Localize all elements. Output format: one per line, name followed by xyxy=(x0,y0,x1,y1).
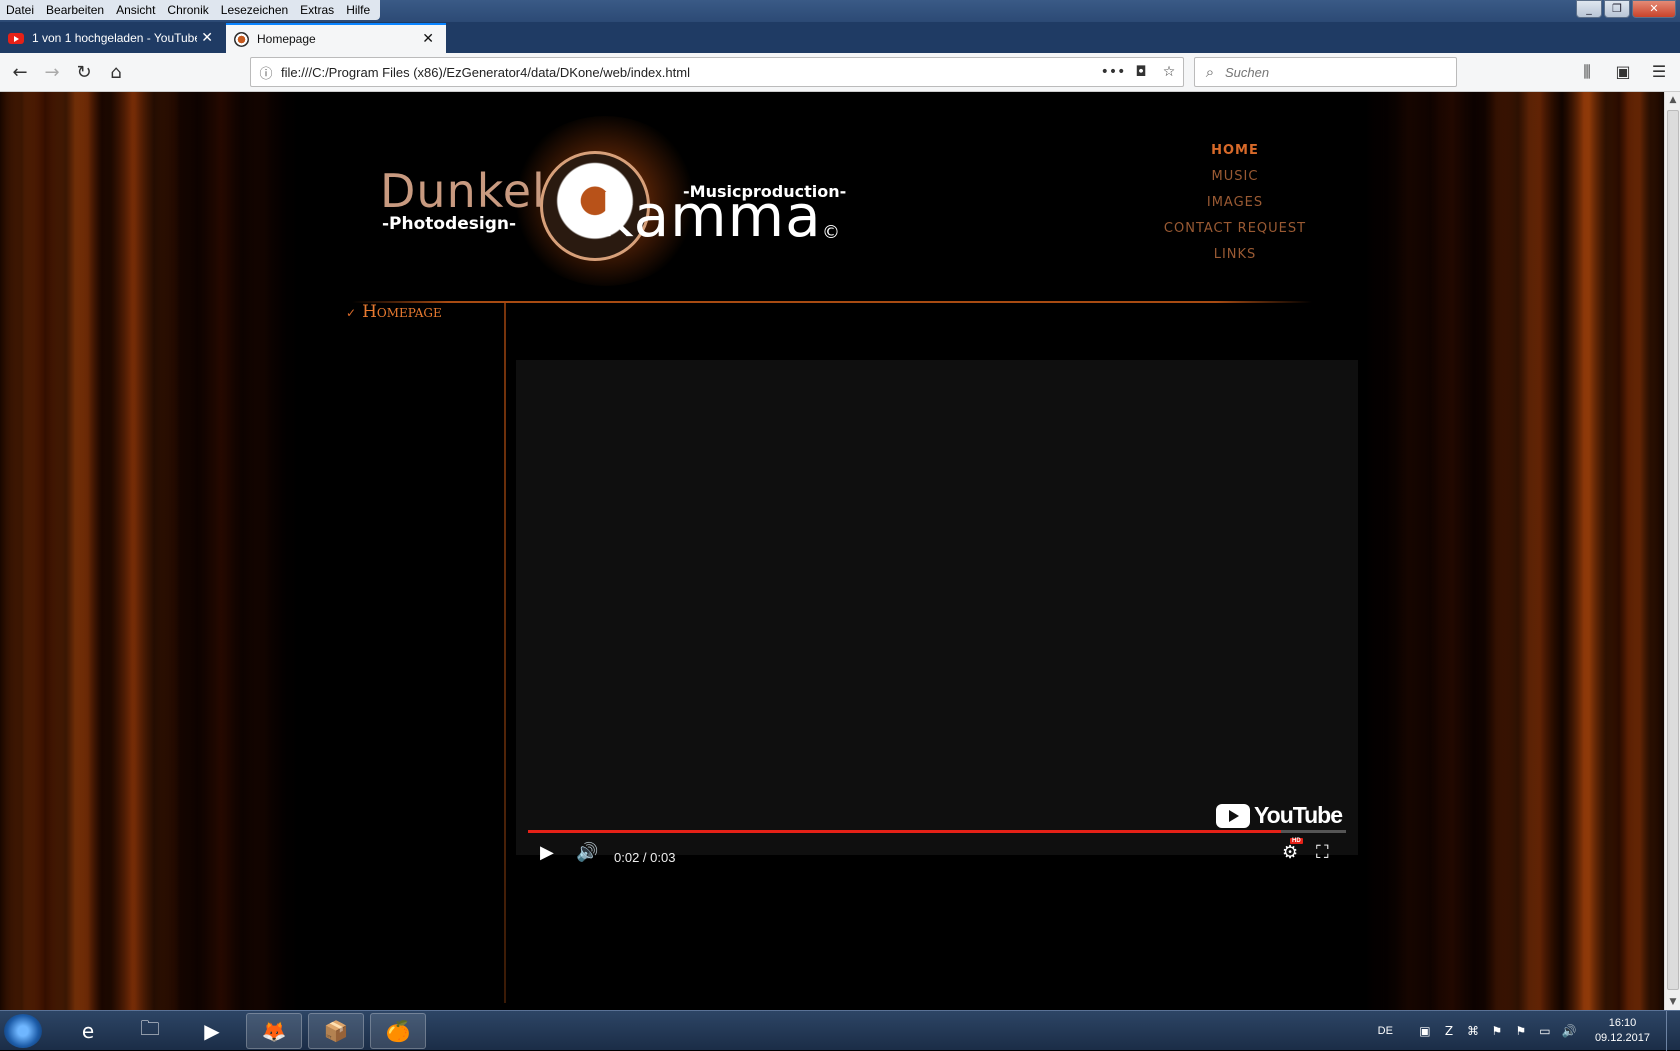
speaker-icon[interactable]: 🔊 xyxy=(1561,1023,1577,1039)
fl-studio-icon[interactable]: 🍊 xyxy=(370,1013,426,1049)
sidebar-item-homepage[interactable]: ✓ Homepage xyxy=(346,302,442,322)
tray-z-icon[interactable]: Z xyxy=(1441,1023,1457,1039)
menu-datei[interactable]: Datei xyxy=(0,0,40,20)
action-center-flag-icon[interactable]: ⚑ xyxy=(1489,1023,1505,1039)
sidebar-item-label: Homepage xyxy=(362,302,442,322)
tray-network-app-icon[interactable]: ⌘ xyxy=(1465,1023,1481,1039)
home-button[interactable]: ⌂ xyxy=(102,59,130,87)
video-time: 0:02 / 0:03 xyxy=(614,850,676,865)
menu-lesezeichen[interactable]: Lesezeichen xyxy=(215,0,294,20)
tab-bar: 1 von 1 hochgeladen - YouTube ✕ Homepage… xyxy=(0,22,1680,71)
window-titlebar: Datei Bearbeiten Ansicht Chronik Lesezei… xyxy=(0,0,1680,22)
settings-gear-glyph: ⚙ xyxy=(1282,842,1299,863)
scroll-up-icon[interactable]: ▲ xyxy=(1665,92,1680,108)
site-logo[interactable]: Dunkel -Photodesign- kamma -Musicproduct… xyxy=(380,116,850,286)
tray-sync-icon[interactable]: ⚑ xyxy=(1513,1023,1529,1039)
page-viewport: Dunkel -Photodesign- kamma -Musicproduct… xyxy=(0,92,1664,1010)
search-icon: ⌕ xyxy=(1205,63,1215,81)
tab-label: Homepage xyxy=(257,32,316,46)
youtube-logo-text: YouTube xyxy=(1254,802,1343,828)
close-tab-icon[interactable]: ✕ xyxy=(418,31,438,47)
clock-date: 09.12.2017 xyxy=(1594,1032,1650,1044)
media-player-icon[interactable]: ▶ xyxy=(184,1013,240,1049)
back-button[interactable]: ← xyxy=(6,59,34,87)
hd-badge: HD xyxy=(1290,838,1303,844)
page-actions-icon[interactable]: ••• xyxy=(1099,64,1127,80)
menu-bearbeiten[interactable]: Bearbeiten xyxy=(40,0,110,20)
logo-photodesign: -Photodesign- xyxy=(382,214,517,234)
url-text[interactable]: file:///C:/Program Files (x86)/EzGenerat… xyxy=(281,65,1099,80)
windows-taskbar: e 🗀 ▶ 🦊 📦 🍊 DE ▣ Z ⌘ ⚑ ⚑ ▭ 🔊 16:10 09.12… xyxy=(0,1010,1680,1051)
logo-dunkel: Dunkel xyxy=(380,164,546,218)
restore-button[interactable]: ❐ xyxy=(1604,0,1630,18)
nav-contact-request[interactable]: CONTACT REQUEST xyxy=(1140,216,1330,242)
nav-images[interactable]: IMAGES xyxy=(1140,190,1330,216)
close-tab-icon[interactable]: ✕ xyxy=(197,30,217,46)
tab-youtube[interactable]: 1 von 1 hochgeladen - YouTube ✕ xyxy=(0,23,225,53)
curtain-right-background xyxy=(1364,92,1664,1010)
sidebar-icon[interactable]: ▣ xyxy=(1610,59,1636,85)
show-desktop-button[interactable] xyxy=(1666,1011,1680,1051)
main-navigation: HOME MUSIC IMAGES CONTACT REQUEST LINKS xyxy=(1140,138,1330,268)
system-tray: DE ▣ Z ⌘ ⚑ ⚑ ▭ 🔊 16:10 09.12.2017 xyxy=(1378,1011,1680,1051)
network-icon[interactable]: ▭ xyxy=(1537,1023,1553,1039)
logo-musicproduction: -Musicproduction- xyxy=(683,182,847,201)
site-favicon-icon xyxy=(234,31,249,47)
library-icon[interactable]: ⫼ xyxy=(1574,59,1600,85)
tab-homepage[interactable]: Homepage ✕ xyxy=(226,23,446,53)
site-info-icon[interactable]: ⓘ xyxy=(251,63,281,82)
file-explorer-icon[interactable]: 🗀 xyxy=(122,1013,178,1049)
youtube-logo[interactable]: YouTube xyxy=(1216,802,1343,829)
url-bar[interactable]: ⓘ file:///C:/Program Files (x86)/EzGener… xyxy=(250,57,1184,87)
tab-label: 1 von 1 hochgeladen - YouTube xyxy=(32,31,198,45)
pocket-icon[interactable]: ◘ xyxy=(1127,64,1155,80)
youtube-video-player[interactable]: YouTube ▶ 🔊 0:02 / 0:03 ⚙ HD ⛶ xyxy=(516,360,1358,865)
scroll-down-icon[interactable]: ▼ xyxy=(1665,994,1680,1010)
scroll-thumb[interactable] xyxy=(1667,110,1679,990)
page-scrollbar[interactable]: ▲ ▼ xyxy=(1664,92,1680,1010)
menu-chronik[interactable]: Chronik xyxy=(161,0,214,20)
sidebar-divider xyxy=(504,303,506,1003)
nav-links[interactable]: LINKS xyxy=(1140,242,1330,268)
minimize-button[interactable]: _ xyxy=(1576,0,1602,18)
bookmark-star-icon[interactable]: ☆ xyxy=(1155,64,1183,80)
navigation-toolbar: ← → ↻ ⌂ ⓘ file:///C:/Program Files (x86)… xyxy=(0,53,1680,92)
package-app-icon[interactable]: 📦 xyxy=(308,1013,364,1049)
window-buttons: _ ❐ ✕ xyxy=(1576,0,1676,18)
tray-app-icon[interactable]: ▣ xyxy=(1417,1023,1433,1039)
menu-bar: Datei Bearbeiten Ansicht Chronik Lesezei… xyxy=(0,0,381,20)
play-icon[interactable]: ▶ xyxy=(540,842,554,863)
clock[interactable]: 16:10 09.12.2017 xyxy=(1595,1016,1650,1046)
menu-extras[interactable]: Extras xyxy=(294,0,340,20)
start-button[interactable] xyxy=(4,1014,42,1048)
youtube-favicon-icon xyxy=(8,32,24,44)
firefox-icon[interactable]: 🦊 xyxy=(246,1013,302,1049)
nav-music[interactable]: MUSIC xyxy=(1140,164,1330,190)
menu-ansicht[interactable]: Ansicht xyxy=(110,0,161,20)
nav-home[interactable]: HOME xyxy=(1140,138,1330,164)
fullscreen-icon[interactable]: ⛶ xyxy=(1316,842,1329,863)
search-input[interactable] xyxy=(1225,64,1445,80)
toolbar-right: ⫼ ▣ ☰ xyxy=(1574,59,1672,85)
reload-button[interactable]: ↻ xyxy=(70,59,98,87)
video-progress-fill xyxy=(528,830,1281,833)
checkmark-icon: ✓ xyxy=(346,306,357,320)
header-divider xyxy=(352,301,1312,303)
close-window-button[interactable]: ✕ xyxy=(1632,0,1676,18)
search-bar[interactable]: ⌕ xyxy=(1194,57,1457,87)
video-progress-bar[interactable] xyxy=(528,830,1346,833)
youtube-play-logo-icon xyxy=(1216,803,1251,828)
copyright-icon: © xyxy=(822,222,840,243)
menu-hilfe[interactable]: Hilfe xyxy=(340,0,376,20)
settings-icon[interactable]: ⚙ HD xyxy=(1282,838,1303,863)
player-controls: ▶ 🔊 0:02 / 0:03 ⚙ HD ⛶ xyxy=(516,836,1358,876)
curtain-left-background xyxy=(0,92,300,1010)
volume-icon[interactable]: 🔊 xyxy=(576,842,598,863)
language-indicator[interactable]: DE xyxy=(1378,1025,1393,1037)
forward-button[interactable]: → xyxy=(38,59,66,87)
internet-explorer-icon[interactable]: e xyxy=(60,1013,116,1049)
clock-time: 16:10 xyxy=(1608,1017,1637,1029)
hamburger-menu-icon[interactable]: ☰ xyxy=(1646,59,1672,85)
